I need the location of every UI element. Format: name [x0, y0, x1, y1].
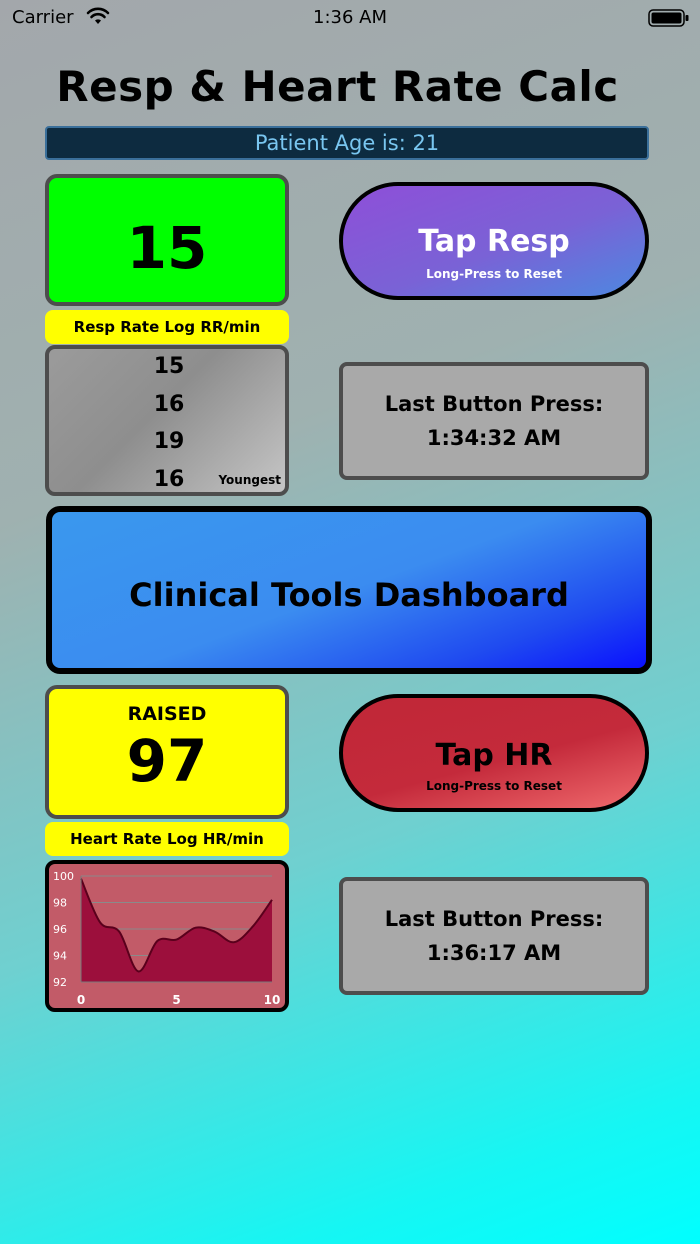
heart-rate-status: RAISED — [127, 703, 207, 725]
heart-rate-chart: 92 94 96 98 100 0 5 10 — [45, 860, 289, 1012]
x-tick-label: 0 — [77, 993, 85, 1007]
resp-rate-log-label: Resp Rate Log RR/min — [45, 310, 289, 344]
tap-hr-sublabel: Long-Press to Reset — [426, 779, 562, 793]
clinical-tools-dashboard-button[interactable]: Clinical Tools Dashboard — [46, 506, 652, 674]
list-item: 16 — [153, 392, 185, 417]
heart-rate-value: 97 — [126, 727, 208, 795]
x-tick-label: 10 — [264, 993, 281, 1007]
y-tick-label: 98 — [53, 897, 67, 910]
youngest-note: Youngest — [218, 473, 281, 487]
hr-area — [81, 878, 272, 982]
last-press-time: 1:36:17 AM — [426, 941, 562, 965]
resp-rate-log-list: 15 16 19 16 Youngest — [45, 345, 289, 496]
x-tick-label: 5 — [172, 993, 180, 1007]
tap-hr-label: Tap HR — [435, 738, 553, 773]
heart-rate-chart-svg: 92 94 96 98 100 0 5 10 — [53, 870, 281, 1007]
tap-resp-label: Tap Resp — [418, 224, 570, 259]
heart-rate-value-tile: RAISED 97 — [45, 685, 289, 819]
y-tick-label: 100 — [53, 870, 74, 883]
status-bar: Carrier 1:36 AM — [0, 0, 700, 36]
hr-last-press-tile: Last Button Press: 1:36:17 AM — [339, 877, 649, 995]
last-press-time: 1:34:32 AM — [426, 426, 562, 450]
status-time: 1:36 AM — [313, 7, 387, 28]
last-press-title: Last Button Press: — [384, 907, 604, 931]
page-title: Resp & Heart Rate Calc — [56, 62, 619, 111]
resp-last-press-tile: Last Button Press: 1:34:32 AM — [339, 362, 649, 480]
heart-rate-log-label: Heart Rate Log HR/min — [45, 822, 289, 856]
resp-rate-value: 15 — [126, 214, 208, 282]
last-press-title: Last Button Press: — [384, 392, 604, 416]
tap-resp-button[interactable]: Tap Resp Long-Press to Reset — [339, 182, 649, 300]
tap-hr-button[interactable]: Tap HR Long-Press to Reset — [339, 694, 649, 812]
tap-resp-sublabel: Long-Press to Reset — [426, 267, 562, 281]
battery-icon — [648, 8, 690, 32]
y-tick-label: 92 — [53, 976, 67, 989]
resp-rate-value-tile: 15 — [45, 174, 289, 306]
list-item: 15 — [153, 354, 185, 379]
list-item: 19 — [153, 429, 185, 454]
y-tick-label: 96 — [53, 923, 67, 936]
y-tick-label: 94 — [53, 950, 67, 963]
patient-age-bar[interactable]: Patient Age is: 21 — [45, 126, 649, 160]
dashboard-label: Clinical Tools Dashboard — [129, 576, 569, 614]
